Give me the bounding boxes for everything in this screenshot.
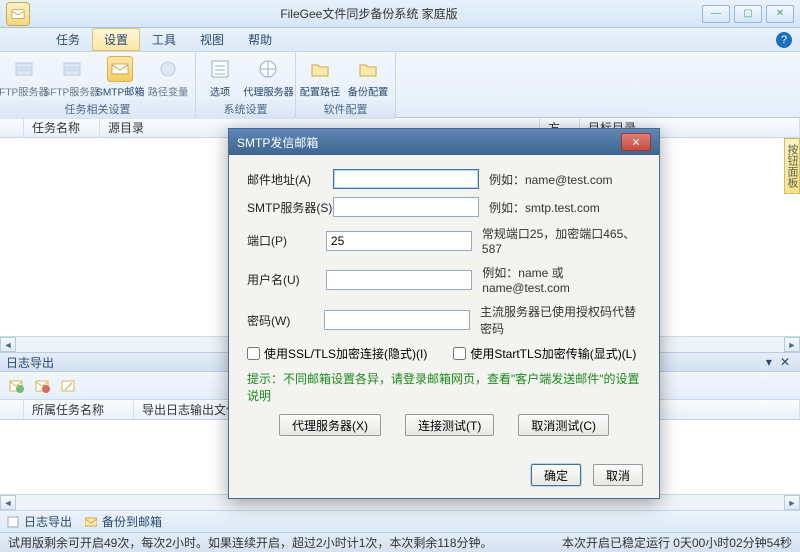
hint-smtp-server: 例如：smtp.test.com bbox=[489, 199, 600, 216]
ok-button[interactable]: 确定 bbox=[531, 464, 581, 486]
status-right: 本次开启已稳定运行 0天00小时02分钟54秒 bbox=[562, 534, 792, 551]
label-password: 密码(W) bbox=[247, 312, 324, 329]
proxy-server-button[interactable]: 代理服务器(X) bbox=[279, 414, 381, 436]
ssl-checkbox[interactable]: 使用SSL/TLS加密连接(隐式)(I) bbox=[247, 345, 427, 362]
label-username: 用户名(U) bbox=[247, 271, 326, 288]
cancel-button[interactable]: 取消 bbox=[593, 464, 643, 486]
password-input[interactable] bbox=[324, 310, 470, 330]
username-input[interactable] bbox=[326, 270, 472, 290]
modal-overlay: SMTP发信邮箱 ✕ 邮件地址(A) 例如：name@test.com SMTP… bbox=[0, 0, 800, 533]
dialog-tip: 提示：不同邮箱设置各异，请登录邮箱网页，查看"客户端发送邮件"的设置说明 bbox=[247, 370, 641, 404]
starttls-checkbox[interactable]: 使用StartTLS加密传输(显式)(L) bbox=[453, 345, 636, 362]
email-address-input[interactable] bbox=[333, 169, 479, 189]
hint-port: 常规端口25，加密端口465、587 bbox=[482, 225, 641, 256]
hint-password: 主流服务器已使用授权码代替密码 bbox=[480, 303, 641, 337]
label-email-address: 邮件地址(A) bbox=[247, 171, 333, 188]
dialog-title: SMTP发信邮箱 bbox=[237, 134, 621, 151]
smtp-dialog: SMTP发信邮箱 ✕ 邮件地址(A) 例如：name@test.com SMTP… bbox=[228, 128, 660, 499]
test-connection-button[interactable]: 连接测试(T) bbox=[405, 414, 494, 436]
cancel-test-button[interactable]: 取消测试(C) bbox=[518, 414, 609, 436]
label-port: 端口(P) bbox=[247, 232, 326, 249]
port-input[interactable] bbox=[326, 231, 472, 251]
label-smtp-server: SMTP服务器(S) bbox=[247, 199, 333, 216]
dialog-close-button[interactable]: ✕ bbox=[621, 133, 651, 151]
smtp-server-input[interactable] bbox=[333, 197, 479, 217]
hint-username: 例如：name 或 name@test.com bbox=[482, 264, 641, 295]
dialog-titlebar[interactable]: SMTP发信邮箱 ✕ bbox=[229, 129, 659, 155]
hint-email-address: 例如：name@test.com bbox=[489, 171, 613, 188]
status-left: 试用版剩余可开启49次，每次2小时。如果连续开启，超过2小时计1次，本次剩余11… bbox=[8, 534, 562, 551]
statusbar: 试用版剩余可开启49次，每次2小时。如果连续开启，超过2小时计1次，本次剩余11… bbox=[0, 532, 800, 552]
